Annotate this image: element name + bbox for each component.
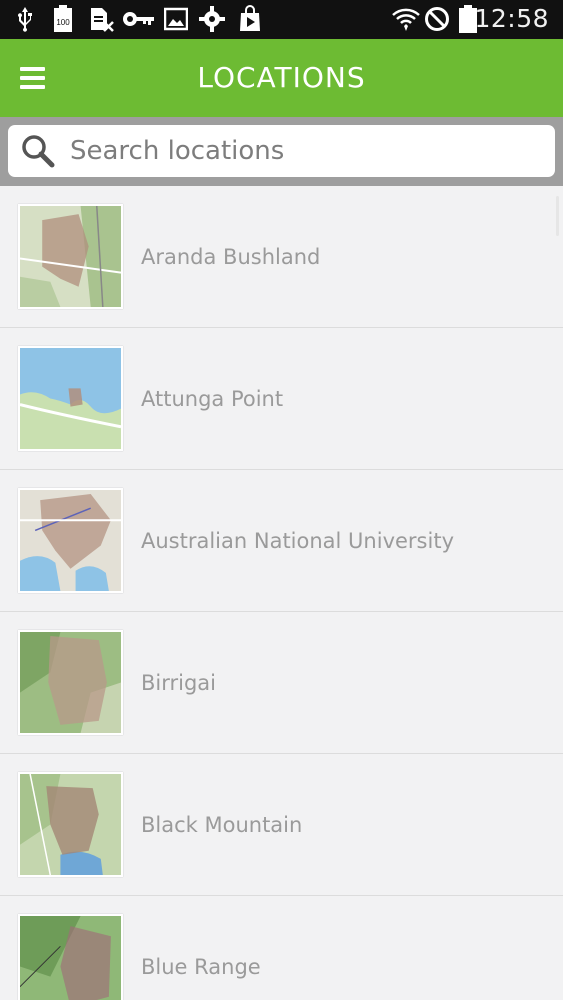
settings-icon	[198, 6, 226, 32]
map-thumbnail	[18, 488, 123, 593]
location-label: Blue Range	[141, 955, 261, 979]
blocked-icon	[424, 6, 450, 32]
map-thumbnail	[18, 772, 123, 877]
location-label: Black Mountain	[141, 813, 303, 837]
sim-card-icon	[88, 6, 114, 32]
list-item[interactable]: Aranda Bushland	[0, 186, 563, 328]
list-item[interactable]: Black Mountain	[0, 754, 563, 896]
location-label: Birrigai	[141, 671, 217, 695]
status-bar: 100 12:58	[0, 0, 563, 39]
location-label: Australian National University	[141, 529, 454, 553]
wifi-icon	[392, 6, 420, 32]
key-icon	[122, 6, 156, 32]
play-store-icon	[236, 5, 264, 32]
search-bar-container	[0, 117, 563, 186]
location-label: Attunga Point	[141, 387, 284, 411]
status-time: 12:58	[474, 4, 549, 33]
search-box[interactable]	[8, 125, 555, 177]
search-input[interactable]	[70, 136, 530, 166]
list-item[interactable]: Blue Range	[0, 896, 563, 1000]
map-thumbnail	[18, 914, 123, 1000]
location-list[interactable]: Aranda Bushland Attunga Point Australian…	[0, 186, 563, 1000]
search-icon	[22, 135, 55, 168]
usb-icon	[14, 6, 36, 32]
location-label: Aranda Bushland	[141, 245, 321, 269]
image-icon	[164, 6, 188, 32]
map-thumbnail	[18, 204, 123, 309]
page-title: LOCATIONS	[197, 61, 366, 94]
list-item[interactable]: Australian National University	[0, 470, 563, 612]
app-bar: LOCATIONS	[0, 39, 563, 117]
battery-100-icon: 100	[52, 5, 74, 32]
list-item[interactable]: Attunga Point	[0, 328, 563, 470]
list-item[interactable]: Birrigai	[0, 612, 563, 754]
battery-badge-text: 100	[56, 18, 70, 27]
map-thumbnail	[18, 346, 123, 451]
map-thumbnail	[18, 630, 123, 735]
